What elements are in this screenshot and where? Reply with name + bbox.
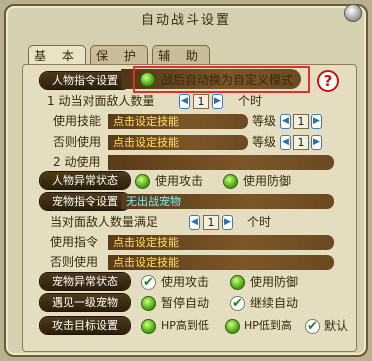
level1-continue-label: 继续自动 <box>250 296 299 310</box>
pet-abnormal-attack-label: 使用攻击 <box>161 275 210 289</box>
pet-enemy-count-prefix: 当对面敌人数量满足 <box>50 215 159 229</box>
level-label-2: 等级 <box>252 135 277 149</box>
target-default-label: 默认 <box>324 319 349 333</box>
pet-use-cmd-field[interactable]: 点击设定技能 <box>108 235 334 250</box>
use-skill-label: 使用技能 <box>53 114 102 128</box>
else-use-field[interactable]: 点击设定技能 <box>108 135 248 150</box>
category-level1-pet: 遇见一级宠物 <box>40 294 130 311</box>
help-icon[interactable]: ? <box>317 70 339 92</box>
enemy-count-value[interactable]: 1 <box>193 94 209 109</box>
pet-abnormal-defend-label: 使用防御 <box>250 275 299 289</box>
enemy-count-increase-icon[interactable]: ▶ <box>212 94 223 109</box>
target-hp-high-low-radio[interactable] <box>141 319 156 334</box>
target-hp-low-high-radio[interactable] <box>225 319 240 334</box>
dialog-title: 自动战斗设置 <box>140 13 231 28</box>
category-pet-cmd: 宠物指令设置 <box>40 193 130 210</box>
pet-enemy-count-value[interactable]: 1 <box>203 215 219 230</box>
enemy-count-decrease-icon[interactable]: ◀ <box>179 94 190 109</box>
level1-continue-check-icon[interactable]: ✔ <box>230 296 245 311</box>
target-default-check-icon[interactable]: ✔ <box>305 319 320 334</box>
highlight-box <box>133 66 310 93</box>
settings-panel: 人物指令设置 战后自动换为自定义模式 ? 1 动当对面敌人数量 ◀ 1 ▶ 个时… <box>22 64 357 352</box>
level1-increase-icon[interactable]: ▶ <box>311 114 322 129</box>
level1-decrease-icon[interactable]: ◀ <box>280 114 291 129</box>
target-hp-high-low-label: HP高到低 <box>161 319 209 332</box>
pet-abnormal-defend-radio[interactable] <box>230 275 245 290</box>
enemy-count-suffix: 个时 <box>238 94 263 108</box>
pet-enemy-count-suffix: 个时 <box>247 215 272 229</box>
level1-pause-label: 暂停自动 <box>161 296 210 310</box>
person-abnormal-attack-label: 使用攻击 <box>155 174 204 188</box>
enemy-count-prefix: 1 动当对面敌人数量 <box>47 94 155 108</box>
close-button[interactable] <box>344 4 362 22</box>
person-abnormal-attack-radio[interactable] <box>135 174 150 189</box>
level1-value[interactable]: 1 <box>293 114 309 129</box>
level2-decrease-icon[interactable]: ◀ <box>280 135 291 150</box>
level-label-1: 等级 <box>252 114 277 128</box>
tab-protect[interactable]: 保 护 <box>90 45 148 65</box>
pet-else-use-label: 否则使用 <box>50 255 99 269</box>
auto-battle-dialog: 自动战斗设置 基 本 保 护 辅 助 人物指令设置 战后自动换为自定义模式 ? … <box>4 4 368 357</box>
pet-use-cmd-label: 使用指令 <box>50 235 99 249</box>
pet-enemy-increase-icon[interactable]: ▶ <box>222 215 233 230</box>
category-person-abnormal: 人物异常状态 <box>40 172 130 189</box>
second-action-field[interactable] <box>108 155 334 170</box>
person-abnormal-defend-radio[interactable] <box>223 174 238 189</box>
else-use-label: 否则使用 <box>53 135 102 149</box>
level1-pause-radio[interactable] <box>141 296 156 311</box>
pet-else-use-field[interactable]: 点击设定技能 <box>108 255 334 270</box>
target-hp-low-high-label: HP低到高 <box>244 319 292 332</box>
tab-assist[interactable]: 辅 助 <box>152 45 210 65</box>
level2-increase-icon[interactable]: ▶ <box>311 135 322 150</box>
level2-value[interactable]: 1 <box>293 135 309 150</box>
pet-enemy-decrease-icon[interactable]: ◀ <box>189 215 200 230</box>
tab-basic[interactable]: 基 本 <box>28 45 86 65</box>
category-pet-abnormal: 宠物异常状态 <box>40 273 130 290</box>
category-person-cmd: 人物指令设置 <box>40 72 130 89</box>
use-skill-field[interactable]: 点击设定技能 <box>108 114 248 129</box>
pet-abnormal-attack-check-icon[interactable]: ✔ <box>141 275 156 290</box>
second-action-label: 2 动使用 <box>53 155 101 169</box>
category-target: 攻击目标设置 <box>40 317 130 334</box>
pet-selector-field[interactable]: 无出战宠物 <box>121 194 334 209</box>
person-abnormal-defend-label: 使用防御 <box>243 174 292 188</box>
